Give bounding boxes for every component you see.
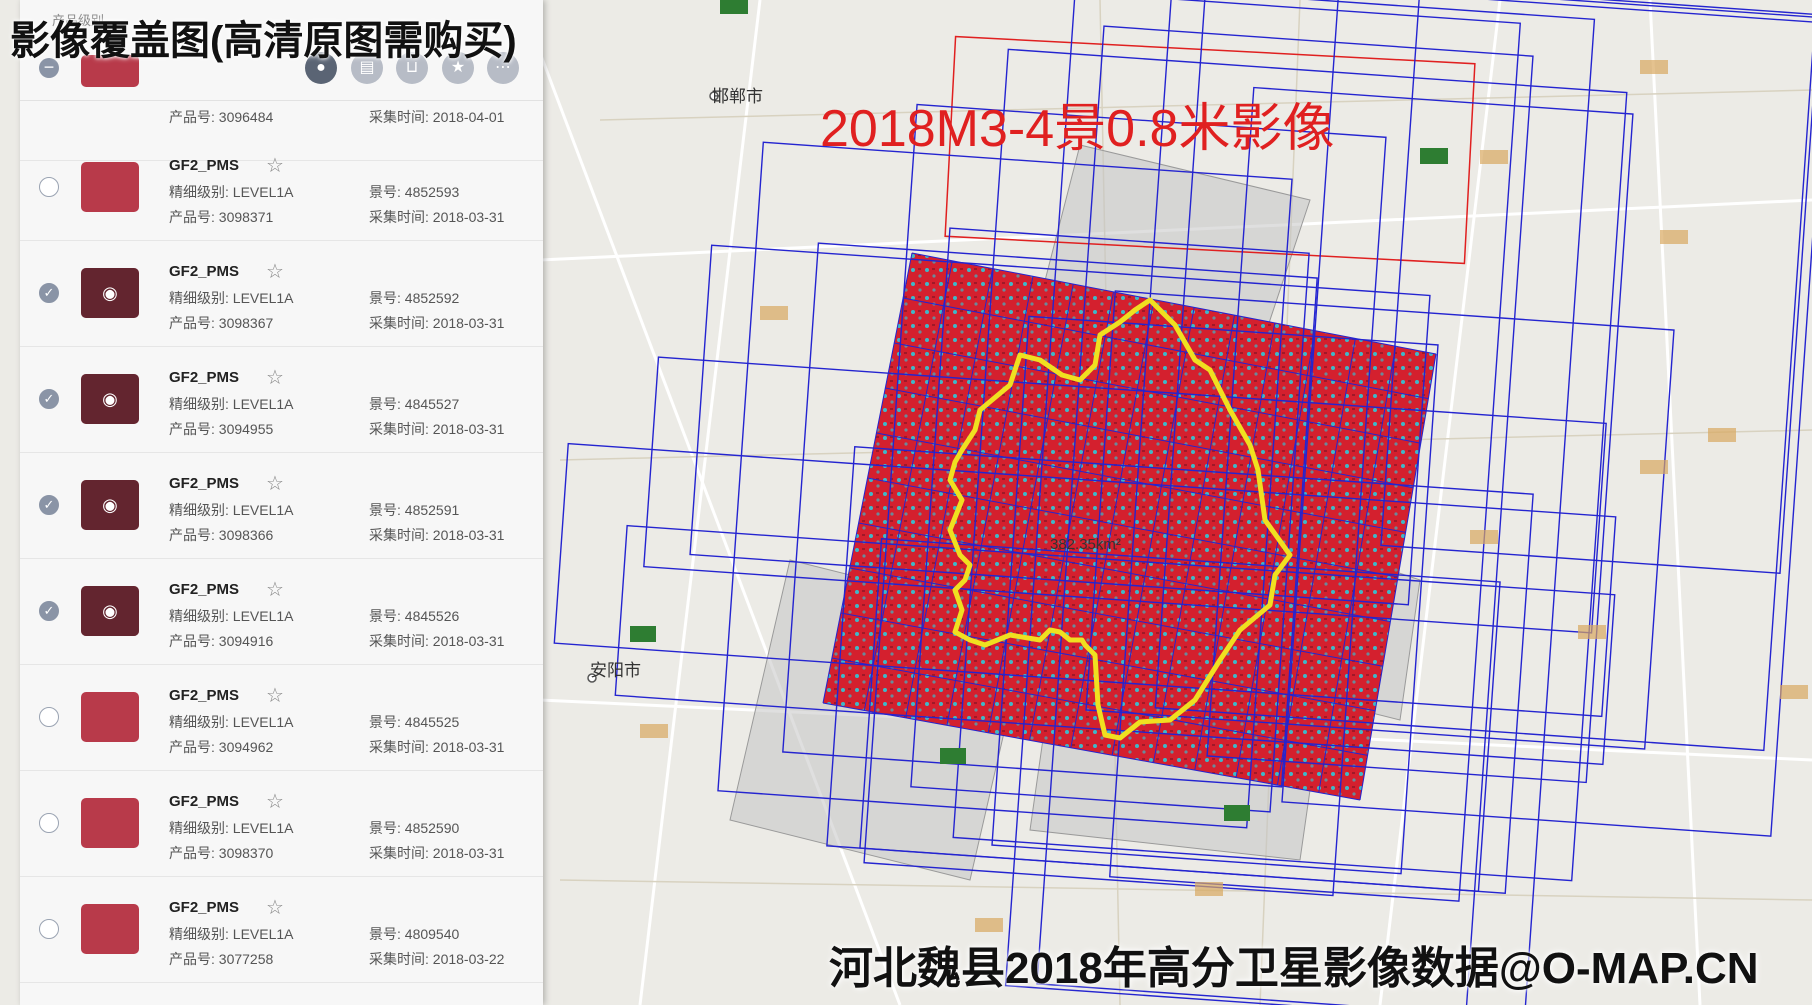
city-label-anyang: 安阳市: [590, 661, 641, 680]
capture-date: 采集时间: 2018-03-31: [369, 527, 505, 543]
row-checkbox[interactable]: [39, 177, 59, 197]
level-text: 精细级别: LEVEL1A: [169, 290, 294, 306]
product-number: 产品号: 3094916: [169, 633, 274, 649]
product-name: GF2_PMS: [169, 263, 240, 280]
product-name: GF2_PMS: [169, 581, 240, 598]
level-text: 精细级别: LEVEL1A: [169, 184, 294, 200]
eye-icon[interactable]: ◉: [81, 374, 139, 424]
product-number: 产品号: 3098366: [169, 527, 274, 543]
scene-row[interactable]: GF2_PMS ☆ 精细级别: LEVEL1A 景号: 4852590 产品号: 309…: [20, 771, 543, 877]
capture-date: 采集时间: 2018-03-31: [369, 315, 505, 331]
product-number: 产品号: 3098371: [169, 209, 274, 225]
level-text: 精细级别: LEVEL1A: [169, 608, 294, 624]
product-number: 产品号: 3094962: [169, 739, 274, 755]
capture-date: 采集时间: 2018-03-31: [369, 739, 505, 755]
scene-row[interactable]: GF2_PMS ☆ 精细级别: LEVEL1A 景号: 4852593 产品号: 309…: [20, 135, 543, 241]
favorite-star-icon[interactable]: ☆: [266, 895, 284, 920]
page-title: 影像覆盖图(高清原图需购买): [10, 19, 517, 63]
result-panel: 产品级别 − ● ▤ ⊔ ★ ⋯ 产品号: 3096484 采集时间: 2018-…: [20, 0, 543, 1005]
scene-number: 景号: 4852591: [369, 502, 460, 518]
scene-number: 景号: 4809540: [369, 926, 460, 942]
product-name: GF2_PMS: [169, 687, 240, 704]
product-number: 产品号: 3098370: [169, 845, 274, 861]
favorite-star-icon[interactable]: ☆: [266, 577, 284, 602]
row-checkbox[interactable]: [39, 813, 59, 833]
level-text: 精细级别: LEVEL1A: [169, 926, 294, 942]
row-checkbox[interactable]: ✓: [39, 283, 59, 303]
scene-number: 景号: 4845525: [369, 714, 460, 730]
row-checkbox[interactable]: ✓: [39, 495, 59, 515]
imagery-label: 2018M3-4景0.8米影像: [820, 100, 1335, 158]
scene-footprint[interactable]: [1380, 0, 1812, 575]
capture-date: 采集时间: 2018-04-01: [369, 109, 505, 125]
capture-date: 采集时间: 2018-03-31: [369, 633, 505, 649]
scene-thumbnail[interactable]: [81, 798, 139, 848]
row-checkbox[interactable]: [39, 707, 59, 727]
product-name: GF2_PMS: [169, 157, 240, 174]
row-checkbox[interactable]: ✓: [39, 389, 59, 409]
favorite-star-icon[interactable]: ☆: [266, 683, 284, 708]
scene-row[interactable]: ✓ ◉ GF2_PMS ☆ 精细级别: LEVEL1A 景号: 4852591 产品号: 3…: [20, 453, 543, 559]
capture-date: 采集时间: 2018-03-22: [369, 951, 505, 967]
product-number: 产品号: 3094955: [169, 421, 274, 437]
scene-thumbnail[interactable]: ◉: [81, 268, 139, 318]
favorite-star-icon[interactable]: ☆: [266, 471, 284, 496]
level-text: 精细级别: LEVEL1A: [169, 820, 294, 836]
product-number: 产品号: 3096484: [169, 109, 274, 125]
scene-number: 景号: 4852593: [369, 184, 460, 200]
area-measurement: 382.35km²: [1050, 536, 1121, 553]
product-name: GF2_PMS: [169, 899, 240, 916]
footer-caption: 河北魏县2018年高分卫星影像数据@O-MAP.CN: [829, 944, 1759, 993]
capture-date: 采集时间: 2018-03-31: [369, 209, 505, 225]
eye-icon[interactable]: ◉: [81, 480, 139, 530]
scene-row[interactable]: ✓ ◉ GF2_PMS ☆ 精细级别: LEVEL1A 景号: 4852592 产品号: 3…: [20, 241, 543, 347]
level-text: 精细级别: LEVEL1A: [169, 396, 294, 412]
scene-row[interactable]: GF2_PMS ☆ 精细级别: LEVEL1A 景号: 4845525 产品号: 309…: [20, 665, 543, 771]
scene-thumbnail[interactable]: ◉: [81, 374, 139, 424]
pagination[interactable]: [20, 985, 543, 1005]
scene-thumbnail[interactable]: ◉: [81, 480, 139, 530]
scene-number: 景号: 4845526: [369, 608, 460, 624]
scene-thumbnail[interactable]: [81, 904, 139, 954]
level-text: 精细级别: LEVEL1A: [169, 714, 294, 730]
favorite-star-icon[interactable]: ☆: [266, 259, 284, 284]
scene-thumbnail[interactable]: [81, 162, 139, 212]
scene-number: 景号: 4845527: [369, 396, 460, 412]
row-checkbox[interactable]: [39, 919, 59, 939]
level-text: 精细级别: LEVEL1A: [169, 502, 294, 518]
eye-icon[interactable]: ◉: [81, 268, 139, 318]
city-label-handan: 邯郸市: [712, 87, 763, 106]
product-name: GF2_PMS: [169, 793, 240, 810]
scene-number: 景号: 4852592: [369, 290, 460, 306]
product-number: 产品号: 3077258: [169, 951, 274, 967]
capture-date: 采集时间: 2018-03-31: [369, 845, 505, 861]
scene-thumbnail[interactable]: ◉: [81, 586, 139, 636]
row-checkbox[interactable]: ✓: [39, 601, 59, 621]
favorite-star-icon[interactable]: ☆: [266, 365, 284, 390]
capture-date: 采集时间: 2018-03-31: [369, 421, 505, 437]
scene-thumbnail[interactable]: [81, 692, 139, 742]
eye-icon[interactable]: ◉: [81, 586, 139, 636]
product-number: 产品号: 3098367: [169, 315, 274, 331]
scene-number: 景号: 4852590: [369, 820, 460, 836]
scene-row[interactable]: ✓ ◉ GF2_PMS ☆ 精细级别: LEVEL1A 景号: 4845527 产品号: 3…: [20, 347, 543, 453]
scene-row[interactable]: ✓ ◉ GF2_PMS ☆ 精细级别: LEVEL1A 景号: 4845526 产品号: 3…: [20, 559, 543, 665]
product-name: GF2_PMS: [169, 475, 240, 492]
favorite-star-icon[interactable]: ☆: [266, 789, 284, 814]
scene-row[interactable]: GF2_PMS ☆ 精细级别: LEVEL1A 景号: 4809540 产品号: 307…: [20, 877, 543, 983]
favorite-star-icon[interactable]: ☆: [266, 153, 284, 178]
product-name: GF2_PMS: [169, 369, 240, 386]
